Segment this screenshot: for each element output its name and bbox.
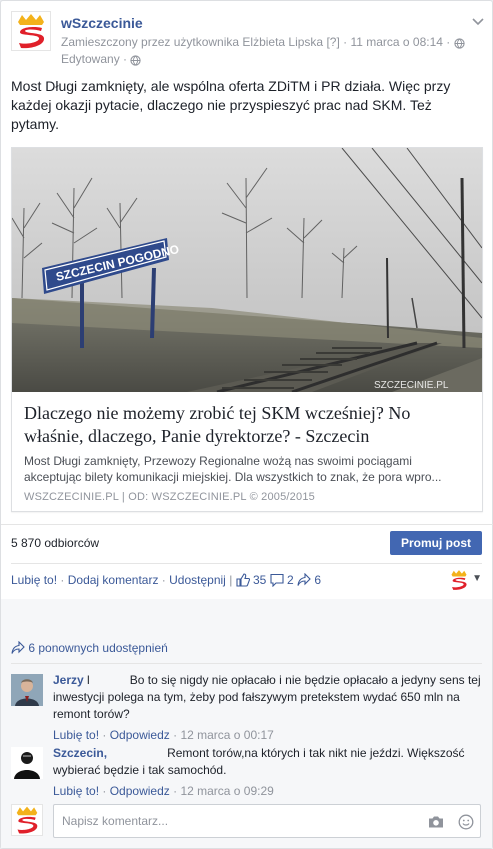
comment-time[interactable]: 12 marca o 09:29: [180, 784, 273, 798]
commenter-avatar[interactable]: [11, 674, 43, 706]
likes-count: 35: [253, 573, 267, 587]
attachment-description: Most Długi zamknięty, Przewozy Regionaln…: [24, 454, 442, 484]
shares-line-text: 6 ponownych udostępnień: [28, 641, 168, 655]
comment-author-suffix: [107, 746, 164, 760]
edited-label[interactable]: Edytowany ·: [61, 52, 142, 66]
thumbs-up-icon: [236, 573, 250, 587]
separator-dot: ·: [60, 573, 65, 587]
comment-like-link[interactable]: Lubię to!: [53, 728, 99, 742]
separator-dot: ·: [161, 573, 166, 587]
comment-reply-link[interactable]: Odpowiedz: [110, 728, 170, 742]
comment-time[interactable]: 12 marca o 00:17: [180, 728, 273, 742]
likes-summary[interactable]: 35: [236, 573, 270, 587]
comment-body: Szczecin, Remont torów,na których i tak …: [53, 745, 483, 800]
page-name[interactable]: wSzczecinie: [61, 15, 143, 31]
person-photo: [11, 747, 43, 779]
comment-author[interactable]: Szczecin,: [53, 746, 107, 760]
page-logo-avatar[interactable]: [11, 11, 51, 51]
separator-pipe: |: [229, 573, 233, 587]
globe-icon[interactable]: [453, 38, 465, 49]
globe-icon: [130, 55, 142, 66]
comment-composer: [11, 804, 481, 838]
comment-reply-link[interactable]: Odpowiedz: [110, 784, 170, 798]
post-as-page-avatar[interactable]: [448, 569, 470, 591]
divider: [11, 663, 482, 664]
share-link[interactable]: Udostępnij: [169, 573, 226, 587]
post-meta-text: Zamieszczony przez użytkownika Elżbieta …: [61, 35, 454, 49]
divider: [11, 563, 482, 564]
divider: [1, 524, 493, 525]
comment-input[interactable]: [54, 805, 414, 837]
comment-input-box[interactable]: [53, 804, 481, 838]
commenter-avatar[interactable]: [11, 747, 43, 779]
railway-photo: SZCZECIN POGODNO SZCZECINIE.PL: [12, 148, 482, 392]
camera-icon[interactable]: [428, 814, 444, 830]
like-link[interactable]: Lubię to!: [11, 573, 57, 587]
action-bar: Lubię to! · Dodaj komentarz · Udostępnij…: [11, 573, 321, 587]
comments-summary[interactable]: 2: [270, 573, 297, 587]
add-comment-link[interactable]: Dodaj komentarz: [68, 573, 159, 587]
comment-meta: Lubię to! · Odpowiedz · 12 marca o 00:17: [53, 728, 274, 742]
attachment-title[interactable]: Dlaczego nie możemy zrobić tej SKM wcześ…: [24, 402, 470, 448]
promote-post-button[interactable]: Promuj post: [389, 531, 482, 555]
post-meta: Zamieszczony przez użytkownika Elżbieta …: [61, 35, 465, 49]
attachment-source: WSZCZECINIE.PL | OD: WSZCZECINIE.PL © 20…: [24, 491, 315, 503]
post-text: Most Długi zamknięty, ale wspólna oferta…: [11, 78, 451, 132]
crown-logo-icon: [451, 570, 467, 590]
shares-summary[interactable]: 6: [297, 573, 321, 587]
comment-meta: Lubię to! · Odpowiedz · 12 marca o 09:29: [53, 784, 274, 798]
comment-bubble-icon: [270, 573, 284, 587]
smiley-icon[interactable]: [458, 814, 474, 830]
crown-logo-icon: [16, 806, 38, 834]
photo-watermark: SZCZECINIE.PL: [374, 380, 449, 391]
comments-count: 2: [287, 573, 294, 587]
comment-body: Jerzy l Bo to się nigdy nie opłacało i n…: [53, 672, 483, 744]
crown-logo-icon: [18, 14, 45, 49]
share-arrow-icon: [11, 641, 25, 654]
comment-author-suffix: l: [83, 673, 127, 687]
attachment-image[interactable]: SZCZECIN POGODNO SZCZECINIE.PL: [12, 148, 482, 392]
person-photo: [11, 674, 43, 706]
chevron-down-icon[interactable]: [472, 15, 484, 29]
share-arrow-icon: [297, 573, 311, 586]
post-card: wSzczecinie Zamieszczony przez użytkowni…: [0, 0, 493, 849]
composer-avatar: [11, 804, 43, 836]
comment-like-link[interactable]: Lubię to!: [53, 784, 99, 798]
link-attachment[interactable]: SZCZECIN POGODNO SZCZECINIE.PL Dlaczego …: [11, 147, 483, 512]
followers-count[interactable]: 5 870 odbiorców: [11, 536, 99, 550]
shares-line[interactable]: 6 ponownych udostępnień: [11, 641, 168, 655]
post-header: wSzczecinie Zamieszczony przez użytkowni…: [11, 11, 484, 67]
comment-author[interactable]: Jerzy: [53, 673, 84, 687]
shares-count: 6: [314, 573, 322, 587]
caret-down-icon[interactable]: ▼: [472, 573, 482, 584]
